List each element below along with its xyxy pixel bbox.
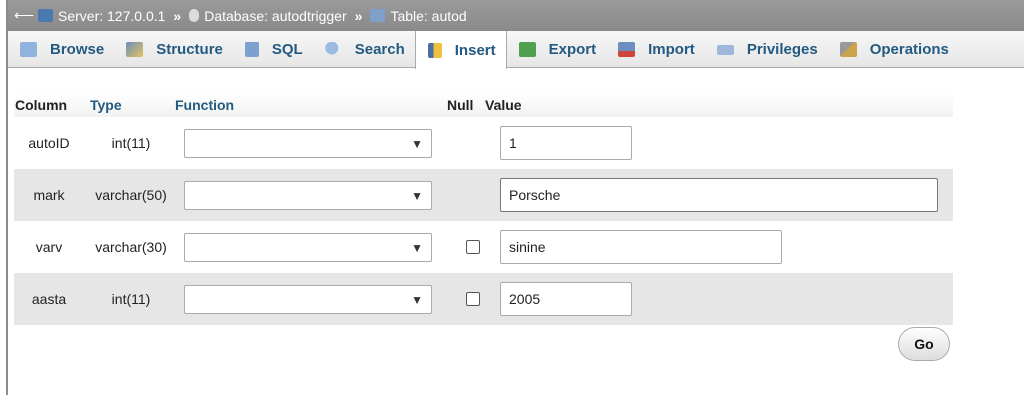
value-cell: 1 xyxy=(496,126,953,160)
function-select[interactable]: ▼ xyxy=(184,128,432,158)
value-input[interactable]: 1 xyxy=(500,126,632,160)
header-value: Value xyxy=(485,97,522,113)
column-type: varchar(50) xyxy=(95,187,167,203)
value-cell: 2005 xyxy=(496,282,953,316)
privileges-icon xyxy=(716,44,734,55)
operations-icon xyxy=(839,42,857,57)
value-input[interactable]: sinine xyxy=(500,230,782,264)
function-cell: ▼ xyxy=(178,232,450,262)
server-icon xyxy=(38,9,53,22)
breadcrumb-table[interactable]: Table: autod xyxy=(370,8,467,24)
tab-structure[interactable]: Structure xyxy=(114,31,233,68)
breadcrumb-database[interactable]: Database: autodtrigger xyxy=(189,8,347,24)
search-icon xyxy=(324,42,342,57)
value-input[interactable]: Porsche xyxy=(500,178,938,212)
header-column: Column xyxy=(15,97,68,113)
tab-label: SQL xyxy=(271,41,303,58)
database-icon xyxy=(189,9,200,22)
tab-browse[interactable]: Browse xyxy=(8,31,114,68)
tab-label: Export xyxy=(548,41,597,58)
left-panel-edge xyxy=(0,0,8,395)
import-icon xyxy=(618,42,636,57)
column-name: aasta xyxy=(31,291,67,307)
column-name: mark xyxy=(33,187,65,203)
breadcrumb-database-label[interactable]: Database: autodtrigger xyxy=(204,8,346,24)
tab-label: Operations xyxy=(869,41,949,58)
tab-import[interactable]: Import xyxy=(606,31,705,68)
chevron-down-icon: ▼ xyxy=(411,188,423,203)
browse-icon xyxy=(20,42,37,57)
insert-icon xyxy=(427,42,442,58)
sql-icon xyxy=(244,42,259,57)
function-select[interactable]: ▼ xyxy=(184,232,432,262)
table-icon xyxy=(370,9,386,22)
tab-label: Search xyxy=(354,41,405,58)
table-row: autoID int(11) ▼ 1 xyxy=(14,117,953,169)
tab-label: Structure xyxy=(156,41,223,58)
table-row: aasta int(11) ▼ 2005 xyxy=(14,273,953,325)
null-cell xyxy=(450,292,496,306)
chevron-down-icon: ▼ xyxy=(411,136,423,151)
tab-label: Insert xyxy=(454,41,496,59)
function-cell: ▼ xyxy=(178,180,450,210)
breadcrumb-separator: » xyxy=(354,7,363,24)
tab-sql[interactable]: SQL xyxy=(233,31,313,68)
export-icon xyxy=(518,42,536,57)
tab-privileges[interactable]: Privileges xyxy=(705,31,828,68)
breadcrumb: ⟵ Server: 127.0.0.1 » Database: autodtri… xyxy=(8,0,1024,31)
breadcrumb-separator: » xyxy=(173,7,182,24)
table-row: mark varchar(50) ▼ Porsche xyxy=(14,169,953,221)
header-function[interactable]: Function xyxy=(175,97,447,113)
structure-icon xyxy=(126,42,144,57)
tab-label: Privileges xyxy=(746,41,818,58)
tab-export[interactable]: Export xyxy=(507,31,607,68)
go-button[interactable]: Go xyxy=(898,327,950,361)
tab-operations[interactable]: Operations xyxy=(828,31,959,68)
value-cell: sinine xyxy=(496,230,953,264)
column-type: varchar(30) xyxy=(95,239,167,255)
column-type: int(11) xyxy=(111,135,151,151)
tab-bar: Browse Structure SQL Search Insert Expor… xyxy=(8,31,1024,69)
tab-search[interactable]: Search xyxy=(313,31,415,68)
function-select[interactable]: ▼ xyxy=(184,284,432,314)
tab-insert[interactable]: Insert xyxy=(414,31,507,69)
column-name: varv xyxy=(35,239,63,255)
header-null: Null xyxy=(447,97,474,113)
function-cell: ▼ xyxy=(178,128,450,158)
insert-grid: Column Type Function Null Value autoID i… xyxy=(14,93,953,325)
header-type[interactable]: Type xyxy=(90,97,175,113)
arrow-left-icon[interactable]: ⟵ xyxy=(14,7,34,24)
table-row: varv varchar(30) ▼ sinine xyxy=(14,221,953,273)
breadcrumb-server-label[interactable]: Server: 127.0.0.1 xyxy=(58,8,165,24)
chevron-down-icon: ▼ xyxy=(411,292,423,307)
grid-header: Column Type Function Null Value xyxy=(14,93,953,117)
null-checkbox[interactable] xyxy=(466,240,480,254)
value-cell: Porsche xyxy=(496,178,953,212)
function-select[interactable]: ▼ xyxy=(184,180,432,210)
chevron-down-icon: ▼ xyxy=(411,240,423,255)
null-cell xyxy=(450,240,496,254)
tab-label: Import xyxy=(648,41,695,58)
null-checkbox[interactable] xyxy=(466,292,480,306)
breadcrumb-table-label[interactable]: Table: autod xyxy=(390,8,466,24)
value-input[interactable]: 2005 xyxy=(500,282,632,316)
tab-label: Browse xyxy=(50,41,105,58)
breadcrumb-server[interactable]: Server: 127.0.0.1 xyxy=(38,8,165,24)
column-name: autoID xyxy=(28,135,70,151)
column-type: int(11) xyxy=(111,291,151,307)
function-cell: ▼ xyxy=(178,284,450,314)
